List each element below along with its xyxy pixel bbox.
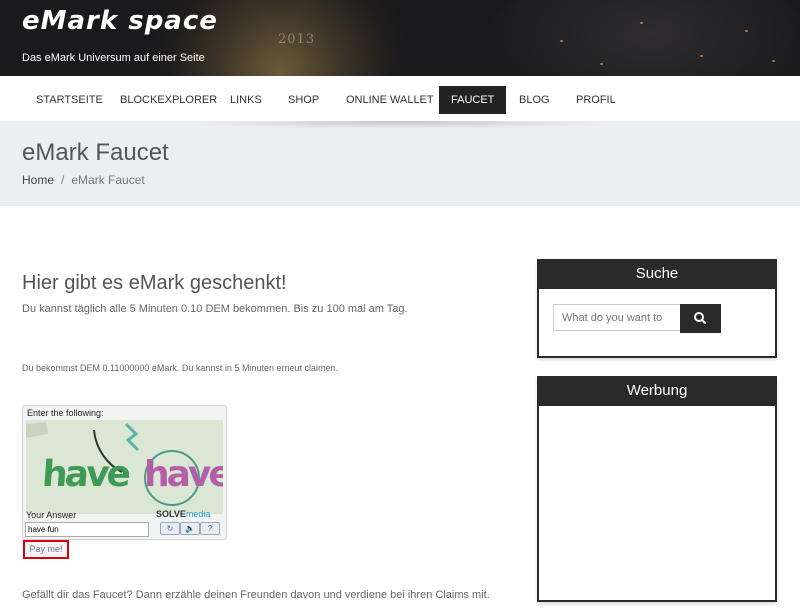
- breadcrumb-separator: /: [61, 173, 65, 187]
- nav-item-profil[interactable]: PROFIL: [564, 86, 628, 114]
- main-nav: STARTSEITE BLOCKEXPLORER LINKS SHOP ONLI…: [0, 76, 800, 122]
- captcha-image: have have fun: [26, 420, 223, 514]
- pay-me-button[interactable]: Pay me!: [23, 540, 69, 559]
- nav-item-blockexplorer[interactable]: BLOCKEXPLORER: [108, 86, 229, 114]
- search-input[interactable]: [553, 304, 680, 331]
- coin-year: 2013: [278, 32, 316, 47]
- ember-spark: [745, 30, 748, 32]
- nav-item-blog[interactable]: BLOG: [507, 86, 562, 114]
- ember-spark: [640, 22, 643, 24]
- ember-spark: [700, 55, 703, 57]
- page-header: eMark Faucet Home / eMark Faucet: [0, 121, 800, 206]
- search-widget-title: Suche: [539, 261, 775, 289]
- breadcrumb: Home / eMark Faucet: [22, 173, 145, 187]
- captcha-answer-input[interactable]: [25, 522, 149, 537]
- site-logo[interactable]: eMark space: [22, 6, 218, 36]
- nav-item-links[interactable]: LINKS: [218, 86, 274, 114]
- captcha-answer-label: Your Answer: [26, 510, 77, 520]
- solvemedia-suffix: media: [185, 509, 211, 519]
- banner-backdrop: [480, 0, 800, 76]
- claim-info-text: Du bekommst DEM 0.11000000 eMark. Du kan…: [22, 363, 338, 373]
- captcha-help-button[interactable]: ?: [200, 522, 220, 535]
- site-tagline: Das eMark Universum auf einer Seite: [22, 52, 205, 64]
- captcha-instruction: Enter the following:: [27, 408, 104, 418]
- search-button[interactable]: [680, 304, 721, 333]
- referral-text: Gefällt dir das Faucet? Dann erzähle dei…: [22, 589, 490, 601]
- captcha-challenge-graphic: have have fun: [26, 420, 223, 514]
- ad-widget-title: Werbung: [539, 378, 775, 406]
- header-banner: 2013 eMark space Das eMark Universum auf…: [0, 0, 800, 76]
- solvemedia-brand: SOLVE: [156, 509, 186, 519]
- captcha-reload-button[interactable]: ↻: [160, 522, 180, 535]
- ember-spark: [600, 63, 603, 65]
- ember-spark: [772, 60, 775, 62]
- solvemedia-logo: SOLVEmedia: [156, 509, 210, 519]
- search-widget: Suche: [537, 259, 777, 358]
- captcha-widget: Enter the following: have have fun Your …: [22, 405, 227, 540]
- nav-shadow: [170, 121, 630, 129]
- search-icon: [694, 312, 707, 325]
- faucet-heading: Hier gibt es eMark geschenkt!: [22, 272, 287, 294]
- nav-item-startseite[interactable]: STARTSEITE: [24, 86, 115, 114]
- svg-text:have: have: [41, 454, 131, 495]
- page-title: eMark Faucet: [22, 139, 169, 166]
- breadcrumb-current: eMark Faucet: [71, 173, 145, 187]
- nav-item-shop[interactable]: SHOP: [276, 86, 331, 114]
- ad-widget: Werbung: [537, 376, 777, 602]
- ember-spark: [560, 40, 563, 42]
- breadcrumb-home-link[interactable]: Home: [22, 173, 54, 187]
- nav-item-faucet[interactable]: FAUCET: [439, 86, 507, 114]
- faucet-description: Du kannst täglich alle 5 Minuten 0.10 DE…: [22, 303, 408, 315]
- captcha-audio-button[interactable]: 🔈: [180, 522, 200, 535]
- captcha-word: have fun: [144, 454, 223, 495]
- nav-item-online-wallet[interactable]: ONLINE WALLET: [334, 86, 446, 114]
